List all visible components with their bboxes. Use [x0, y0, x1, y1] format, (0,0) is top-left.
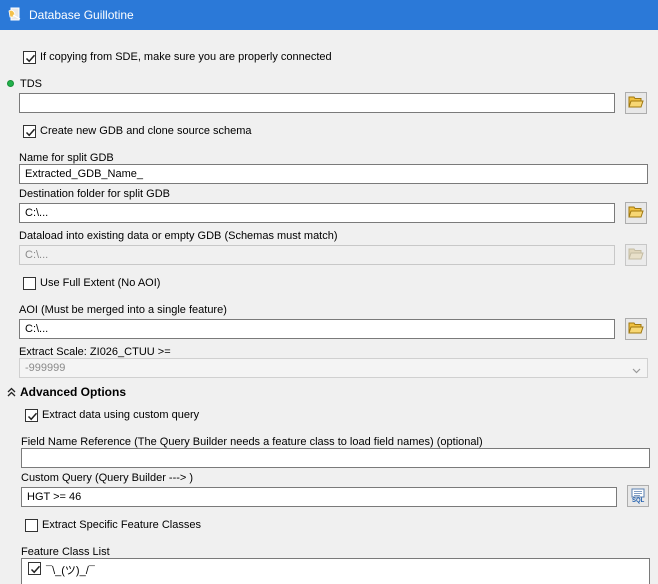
full-extent-label: Use Full Extent (No AOI) [40, 277, 161, 289]
feature-class-item-label: ¯\_(ツ)_/¯ [46, 565, 95, 577]
extract-scale-label: Extract Scale: ZI026_CTUU >= [19, 346, 171, 358]
custom-query-check-label: Extract data using custom query [42, 409, 200, 421]
window-title: Database Guillotine [29, 8, 134, 22]
dataload-browse-button [625, 244, 647, 266]
open-folder-icon [628, 205, 644, 222]
custom-query-checkbox[interactable] [25, 409, 38, 422]
query-builder-button[interactable]: SQL [627, 485, 649, 507]
open-folder-icon [628, 95, 644, 112]
advanced-options-header: Advanced Options [20, 385, 127, 399]
aoi-label: AOI (Must be merged into a single featur… [19, 304, 227, 316]
open-folder-icon [628, 321, 644, 338]
sde-connected-checkbox[interactable] [23, 51, 36, 64]
aoi-browse-button[interactable] [625, 318, 647, 340]
chevron-down-icon [632, 363, 641, 381]
tds-input[interactable] [19, 93, 615, 113]
field-name-reference-label: Field Name Reference (The Query Builder … [21, 436, 483, 448]
tds-browse-button[interactable] [625, 92, 647, 114]
dataload-label: Dataload into existing data or empty GDB… [19, 230, 338, 242]
create-gdb-label: Create new GDB and clone source schema [40, 125, 252, 137]
required-indicator-icon [7, 80, 14, 87]
destination-folder-browse-button[interactable] [625, 202, 647, 224]
split-gdb-name-input[interactable] [19, 164, 648, 184]
dataload-input [19, 245, 615, 265]
open-folder-icon [628, 247, 644, 264]
custom-query-input[interactable] [21, 487, 617, 507]
list-item[interactable]: ¯\_(ツ)_/¯ [28, 562, 228, 577]
full-extent-checkbox[interactable] [23, 277, 36, 290]
create-gdb-checkbox[interactable] [23, 125, 36, 138]
title-bar: Database Guillotine [0, 0, 658, 30]
field-name-reference-input[interactable] [21, 448, 650, 468]
destination-folder-label: Destination folder for split GDB [19, 188, 171, 200]
sde-connected-label: If copying from SDE, make sure you are p… [40, 51, 332, 63]
tool-dialog-body: If copying from SDE, make sure you are p… [0, 30, 658, 584]
specific-feature-classes-label: Extract Specific Feature Classes [42, 519, 201, 531]
extract-scale-value: -999999 [25, 362, 66, 374]
extract-scale-select: -999999 [19, 358, 648, 378]
script-tool-icon [8, 7, 22, 22]
advanced-options-toggle[interactable]: Advanced Options [7, 385, 207, 401]
feature-class-list: ¯\_(ツ)_/¯ [21, 558, 650, 584]
double-chevron-up-icon [7, 387, 16, 400]
feature-class-item-checkbox[interactable] [28, 562, 41, 575]
sql-button-label: SQL [632, 498, 645, 504]
tds-label: TDS [20, 78, 42, 90]
specific-feature-classes-checkbox[interactable] [25, 519, 38, 532]
feature-class-list-label: Feature Class List [21, 546, 110, 558]
custom-query-label: Custom Query (Query Builder ---> ) [21, 472, 194, 484]
split-gdb-name-label: Name for split GDB [19, 152, 114, 164]
destination-folder-input[interactable] [19, 203, 615, 223]
aoi-input[interactable] [19, 319, 615, 339]
